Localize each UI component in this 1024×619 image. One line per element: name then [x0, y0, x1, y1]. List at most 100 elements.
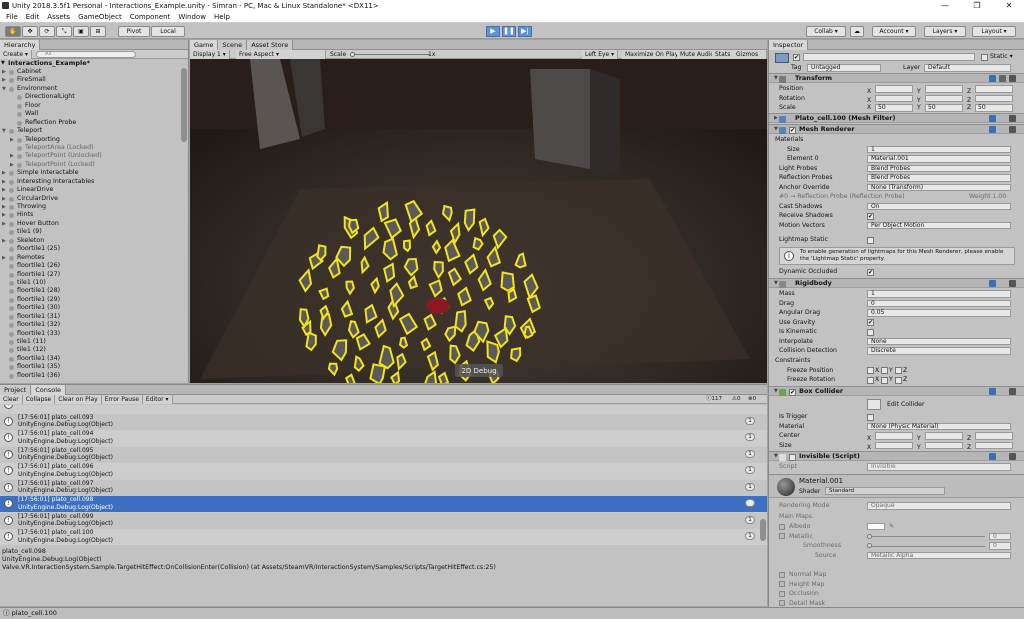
scene-root-row[interactable]: ▼ Interactions_Example* [0, 59, 188, 68]
expand-arrow-icon[interactable]: ▶ [2, 178, 6, 186]
expand-arrow-icon[interactable]: ▶ [2, 237, 6, 245]
gizmos-dropdown[interactable]: Gizmos ▾ [733, 50, 767, 67]
move-tool-icon[interactable]: ✥ [22, 26, 38, 37]
axis-value[interactable]: 50 [875, 104, 913, 112]
texture-slot-icon[interactable] [779, 571, 785, 578]
axis-value[interactable] [975, 432, 1013, 440]
game-viewport[interactable]: 2D Debug [190, 59, 767, 383]
hierarchy-item[interactable]: tile1 (9) [0, 228, 188, 236]
account-dropdown[interactable]: Account ▾ [872, 26, 916, 37]
tab-console[interactable]: Console [31, 384, 67, 395]
gear-icon[interactable] [1009, 280, 1016, 287]
smoothness-source-field[interactable]: Metallic Alpha [867, 551, 1011, 559]
hierarchy-item[interactable]: ▶ FireSmall [0, 76, 188, 84]
hierarchy-item[interactable]: DirectionalLight [0, 93, 188, 101]
tab-game[interactable]: Game [190, 40, 219, 50]
hierarchy-item[interactable]: floortile1 (32) [0, 321, 188, 329]
rect-tool-icon[interactable]: ▣ [73, 26, 89, 37]
hierarchy-item[interactable]: ▶ Cabinet [0, 68, 188, 76]
lightmap-static-checkbox[interactable] [867, 236, 874, 244]
console-entry[interactable]: ! [17:56:01] plato_cell.099 UnityEngine.De… [0, 512, 767, 529]
hierarchy-item[interactable]: ▶ Hints [0, 211, 188, 219]
editor-dropdown[interactable]: Editor ▾ [142, 394, 173, 404]
hierarchy-item[interactable]: floortile1 (31) [0, 313, 188, 321]
tab-hierarchy[interactable]: Hierarchy [0, 39, 41, 50]
menu-file[interactable]: File [6, 12, 18, 23]
hierarchy-item[interactable]: floortile1 (35) [0, 363, 188, 371]
collider-size-y-field[interactable]: Y [917, 441, 965, 451]
gear-icon[interactable] [1009, 75, 1016, 82]
enabled-checkbox[interactable] [789, 453, 796, 461]
hierarchy-item[interactable]: TeleportArea (Locked) [0, 144, 188, 152]
expand-arrow-icon[interactable]: ▶ [2, 254, 6, 262]
hierarchy-item[interactable]: ▶ Remotes [0, 254, 188, 262]
console-entry[interactable]: ! [17:56:01] plato_cell.097 UnityEngine.De… [0, 479, 767, 496]
axis-value[interactable]: 50 [975, 104, 1013, 112]
gear-icon[interactable] [1009, 126, 1016, 133]
help-icon[interactable] [989, 115, 996, 122]
hierarchy-item[interactable]: Floor [0, 102, 188, 110]
hierarchy-item[interactable]: ▶ LinearDrive [0, 186, 188, 194]
position-y-field[interactable]: Y [917, 85, 965, 95]
enabled-checkbox[interactable]: ✔ [789, 126, 796, 134]
object-name-input[interactable] [803, 53, 975, 61]
collider-size-x-field[interactable]: X [867, 441, 915, 451]
gear-icon[interactable] [1009, 453, 1016, 460]
hierarchy-item[interactable]: ▶ Throwing [0, 203, 188, 211]
layers-dropdown[interactable]: Layers ▾ [924, 26, 966, 37]
collider-size-z-field[interactable]: Z [967, 441, 1015, 451]
hierarchy-item[interactable]: ▶ Hover Button [0, 220, 188, 228]
console-entry[interactable]: ! [17:56:01] plato_cell.095 UnityEngine.De… [0, 446, 767, 463]
mass-field[interactable]: 1 [867, 290, 1011, 298]
anchor-override-field[interactable]: None (Transform) [867, 183, 1011, 191]
axis-value[interactable]: 50 [925, 104, 963, 112]
hierarchy-item[interactable]: Wall [0, 110, 188, 118]
position-z-field[interactable]: Z [967, 85, 1015, 95]
help-icon[interactable] [989, 75, 996, 82]
console-entry[interactable]: ! [17:56:01] plato_cell.093 UnityEngine.De… [0, 413, 767, 430]
console-log-list[interactable]: !UnityEngine.Debug:Log(Object)![17:56:01… [0, 405, 767, 545]
mesh-filter-header[interactable]: ▶ Plato_cell.100 (Mesh Filter) [769, 113, 1024, 123]
gear-icon[interactable] [1009, 388, 1016, 395]
rendering-mode-field[interactable]: Opaque [867, 502, 1011, 510]
create-button[interactable]: Create ▾ [0, 49, 32, 59]
freeze-y-checkbox[interactable] [881, 367, 888, 374]
metallic-slider-thumb[interactable] [867, 533, 872, 539]
scale-slider-thumb[interactable] [350, 52, 355, 57]
menu-assets[interactable]: Assets [47, 12, 70, 23]
collider-material-field[interactable]: None (Physic Material) [867, 422, 1011, 430]
left-eye-dropdown[interactable]: Left Eye ▾ [582, 50, 619, 59]
axis-value[interactable] [925, 94, 963, 102]
expand-arrow-icon[interactable]: ▶ [774, 114, 778, 123]
display-dropdown[interactable]: Display 1 ▾ [190, 50, 230, 59]
collapse-arrow-icon[interactable]: ▼ [774, 387, 778, 396]
materials-size-field[interactable]: 1 [867, 145, 1011, 153]
cast-shadows-field[interactable]: On [867, 202, 1011, 210]
hierarchy-item[interactable]: tile1 (10) [0, 279, 188, 287]
collapse-arrow-icon[interactable]: ▼ [774, 452, 778, 461]
transform-tool-icon[interactable]: ⊞ [90, 26, 106, 37]
hierarchy-item[interactable]: Reflection Probe [0, 119, 188, 127]
hierarchy-item[interactable]: floortile1 (34) [0, 355, 188, 363]
layer-dropdown[interactable]: Default [924, 64, 1011, 72]
close-button[interactable]: ✕ [994, 0, 1024, 12]
scale-z-field[interactable]: Z 50 [967, 104, 1015, 112]
expand-arrow-icon[interactable]: ▼ [2, 85, 6, 93]
albedo-color-swatch[interactable] [867, 523, 885, 530]
is-kinematic-checkbox[interactable] [867, 328, 874, 336]
aspect-dropdown[interactable]: Free Aspect ▾ [236, 50, 326, 59]
freeze-z-checkbox[interactable] [895, 376, 902, 384]
hierarchy-search-input[interactable]: All [35, 50, 136, 58]
play-button[interactable]: ▶ [486, 26, 500, 37]
expand-arrow-icon[interactable]: ▶ [2, 220, 6, 228]
axis-value[interactable] [975, 85, 1013, 93]
metallic-slider[interactable] [867, 536, 985, 537]
gear-icon[interactable] [1009, 115, 1016, 122]
texture-slot-icon[interactable] [779, 533, 785, 539]
menu-gameobject[interactable]: GameObject [78, 12, 122, 23]
warning-count-toggle[interactable]: ⚠0 [732, 396, 746, 403]
scale-y-field[interactable]: Y 50 [917, 104, 965, 112]
expand-arrow-icon[interactable]: ▶ [2, 76, 6, 84]
expand-arrow-icon[interactable]: ▶ [10, 136, 14, 144]
drag-field[interactable]: 0 [867, 299, 1011, 307]
